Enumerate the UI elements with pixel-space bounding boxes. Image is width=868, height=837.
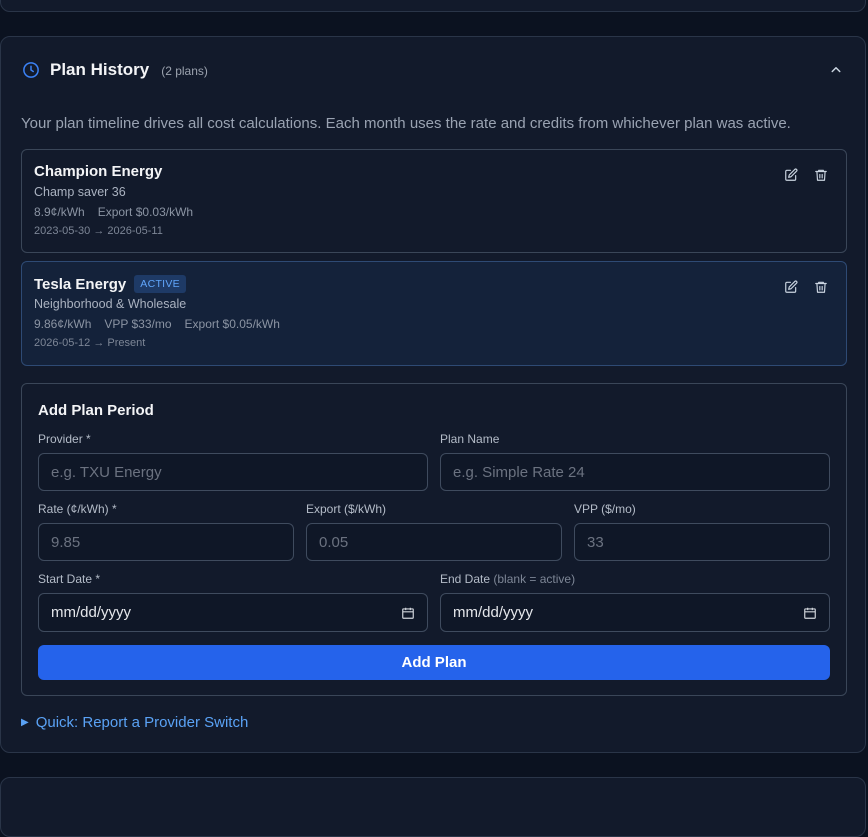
- provider-label: Provider *: [38, 432, 91, 446]
- vpp-input[interactable]: [574, 523, 830, 561]
- plan-name-input[interactable]: [440, 453, 830, 491]
- plan-meta: 9.86¢/kWh VPP $33/mo Export $0.05/kWh: [34, 317, 280, 331]
- plan-rate: 9.86¢/kWh: [34, 317, 92, 331]
- plan-dates: 2023-05-30 → 2026-05-11: [34, 225, 163, 237]
- vpp-label: VPP ($/mo): [574, 502, 636, 516]
- add-plan-form: Add Plan Period Provider * Plan Name Rat…: [21, 383, 847, 696]
- plan-card-active: Tesla Energy ACTIVE Neighborhood & Whole…: [21, 261, 847, 366]
- trash-icon[interactable]: [814, 280, 828, 294]
- plan-name-label: Plan Name: [440, 432, 500, 446]
- plan-history-card: Plan History (2 plans) Your plan timelin…: [0, 36, 866, 753]
- export-input[interactable]: [306, 523, 562, 561]
- end-date-label-text: End Date: [440, 572, 491, 586]
- calendar-icon[interactable]: [401, 606, 415, 620]
- start-date-value: mm/dd/yyyy: [51, 604, 132, 621]
- edit-icon[interactable]: [784, 280, 798, 294]
- plan-count: (2 plans): [161, 64, 208, 78]
- plan-provider-name: Champion Energy: [34, 163, 163, 180]
- plan-export: Export $0.03/kWh: [97, 205, 194, 219]
- end-date-hint: (blank = active): [493, 572, 576, 586]
- disclosure-triangle-icon: ▶: [21, 717, 29, 728]
- end-date-value: mm/dd/yyyy: [453, 604, 534, 621]
- rate-label: Rate (¢/kWh) *: [38, 502, 117, 516]
- plan-export: Export $0.05/kWh: [184, 317, 280, 331]
- plan-provider-name: Tesla Energy: [34, 275, 127, 293]
- form-title: Add Plan Period: [38, 402, 154, 419]
- export-label: Export ($/kWh): [306, 502, 387, 516]
- plan-history-header[interactable]: Plan History (2 plans): [22, 59, 845, 81]
- section-description: Your plan timeline drives all cost calcu…: [21, 115, 791, 132]
- calendar-icon[interactable]: [803, 606, 817, 620]
- clock-icon: [23, 62, 39, 78]
- end-date-input[interactable]: mm/dd/yyyy: [440, 593, 830, 632]
- add-plan-button[interactable]: Add Plan: [38, 645, 830, 680]
- plan-dates: 2026-05-12 → Present: [34, 337, 146, 349]
- plan-meta: 8.9¢/kWh Export $0.03/kWh: [34, 205, 193, 219]
- end-date-label: End Date (blank = active): [440, 572, 575, 586]
- quick-link-label: Quick: Report a Provider Switch: [35, 714, 249, 731]
- plan-provider: Champion Energy: [34, 163, 162, 180]
- plan-vpp: VPP $33/mo: [104, 317, 172, 331]
- rate-input[interactable]: [38, 523, 294, 561]
- section-title: Plan History: [50, 60, 150, 79]
- plan-name: Champ saver 36: [34, 185, 126, 199]
- chevron-up-icon[interactable]: [827, 61, 845, 79]
- edit-icon[interactable]: [784, 168, 798, 182]
- provider-input[interactable]: [38, 453, 428, 491]
- plan-card: Champion Energy Champ saver 36 8.9¢/kWh …: [21, 149, 847, 253]
- plan-name: Neighborhood & Wholesale: [34, 297, 187, 311]
- next-section-card: [0, 777, 866, 837]
- trash-icon[interactable]: [814, 168, 828, 182]
- quick-provider-switch-toggle[interactable]: ▶ Quick: Report a Provider Switch: [21, 714, 248, 731]
- plan-provider: Tesla Energy ACTIVE: [34, 275, 186, 293]
- active-badge: ACTIVE: [134, 275, 186, 293]
- start-date-input[interactable]: mm/dd/yyyy: [38, 593, 428, 632]
- plan-rate: 8.9¢/kWh: [34, 205, 85, 219]
- start-date-label: Start Date *: [38, 572, 101, 586]
- previous-section-card: [0, 0, 866, 12]
